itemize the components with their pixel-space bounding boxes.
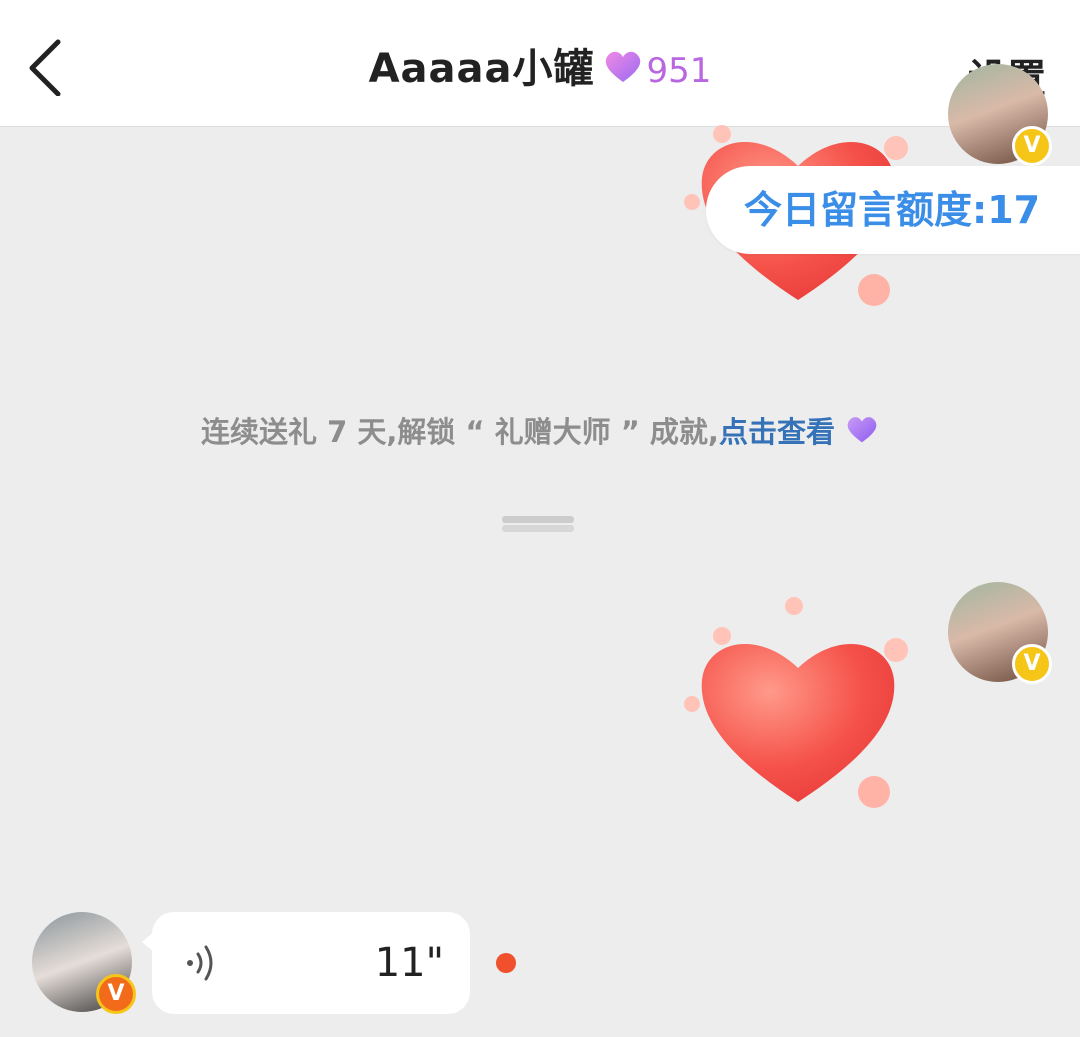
verified-badge-icon: V	[1012, 126, 1052, 166]
unread-indicator	[496, 953, 516, 973]
notice-text: 连续送礼 7 天,解锁 “ 礼赠大师 ” 成就,	[201, 415, 719, 449]
voice-duration: 11"	[374, 940, 444, 986]
system-notice: 连续送礼 7 天,解锁 “ 礼赠大师 ” 成就,点击查看	[0, 408, 1080, 458]
intimacy-value: 951	[646, 51, 712, 91]
message-quota-badge: 今日留言额度:17	[706, 166, 1080, 254]
voice-message-bubble[interactable]: 11"	[152, 912, 470, 1014]
blurred-placeholder	[502, 514, 576, 538]
purple-heart-icon	[845, 410, 879, 458]
verified-badge-icon: V	[96, 974, 136, 1014]
heart-icon	[684, 597, 908, 808]
notice-view-link[interactable]: 点击查看	[719, 415, 835, 449]
voice-wave-icon	[182, 942, 222, 988]
contact-name: Aaaaa小罐	[368, 46, 595, 92]
heart-gift-sticker[interactable]	[676, 592, 916, 816]
chat-title: Aaaaa小罐 951	[0, 40, 1080, 100]
chat-header: Aaaaa小罐 951 设置	[0, 0, 1080, 127]
intimacy-heart-icon	[603, 42, 643, 100]
my-avatar[interactable]: V	[948, 64, 1052, 166]
verified-badge-icon: V	[1012, 644, 1052, 684]
my-avatar[interactable]: V	[948, 582, 1052, 684]
contact-avatar[interactable]: V	[32, 912, 136, 1014]
